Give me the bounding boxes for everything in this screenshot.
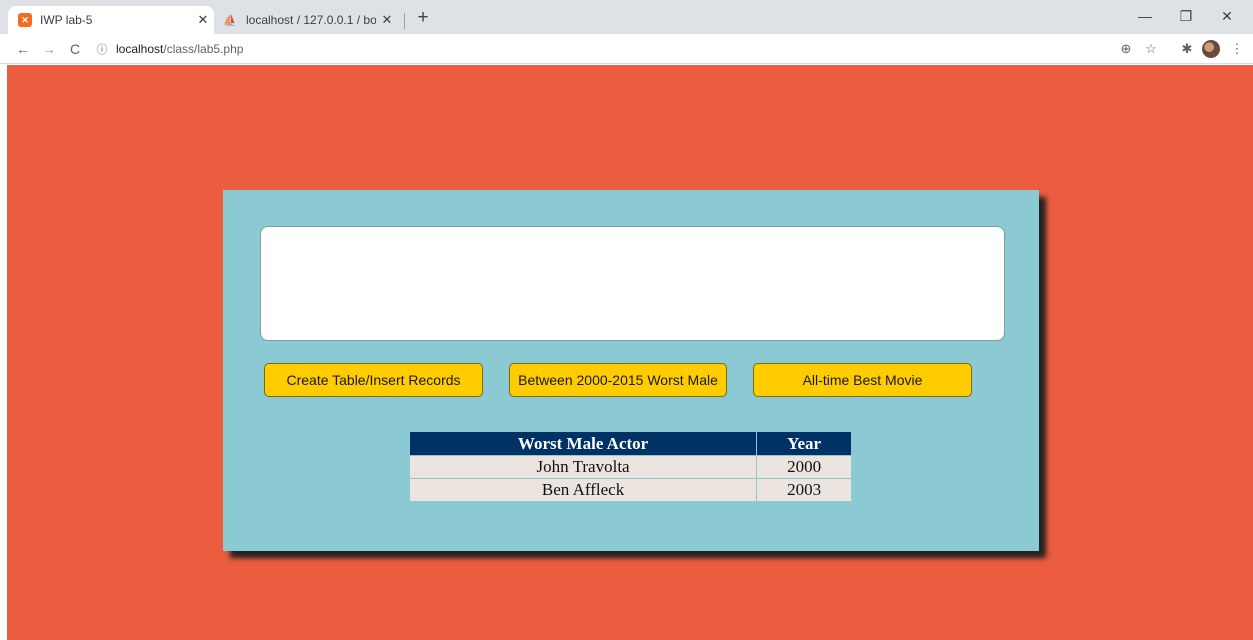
create-table-button[interactable]: Create Table/Insert Records (264, 363, 483, 397)
output-box (260, 226, 1005, 341)
tab-iwp-lab5[interactable]: ✕ IWP lab-5 ✕ (8, 6, 214, 34)
tab-divider (404, 13, 405, 29)
reload-button[interactable]: C (64, 38, 86, 60)
worst-male-button[interactable]: Between 2000-2015 Worst Male (509, 363, 727, 397)
tab-strip: ✕ IWP lab-5 ✕ ⛵ localhost / 127.0.0.1 / … (0, 0, 1253, 34)
zoom-icon[interactable]: ⊕ (1115, 39, 1137, 59)
tab-title: IWP lab-5 (40, 13, 93, 27)
page-viewport: Create Table/Insert Records Between 2000… (7, 65, 1253, 640)
column-header-actor: Worst Male Actor (408, 431, 758, 456)
results-table: Worst Male Actor Year John Travolta 2000… (408, 431, 852, 502)
new-tab-button[interactable]: + (411, 7, 435, 31)
extensions-icon[interactable]: ✱ (1176, 39, 1198, 59)
tab-phpmyadmin[interactable]: ⛵ localhost / 127.0.0.1 / boxoffice / ✕ (214, 6, 398, 34)
xampp-icon: ✕ (18, 13, 32, 27)
minimize-button[interactable]: — (1125, 4, 1165, 28)
actor-cell: Ben Affleck (408, 478, 758, 502)
table-row: Ben Affleck 2003 (408, 478, 852, 502)
address-path: /class/lab5.php (163, 42, 244, 56)
table-row: John Travolta 2000 (408, 455, 852, 479)
phpmyadmin-icon: ⛵ (223, 14, 237, 27)
year-cell: 2003 (756, 478, 852, 502)
bookmark-star-icon[interactable]: ☆ (1140, 39, 1162, 59)
table-header-row: Worst Male Actor Year (408, 431, 852, 456)
column-header-year: Year (756, 431, 852, 456)
address-host: localhost (116, 42, 164, 56)
address-bar[interactable]: ⓘ localhost/class/lab5.php (94, 38, 1104, 60)
maximize-button[interactable]: ❐ (1166, 4, 1206, 28)
back-button[interactable]: ← (12, 38, 34, 60)
close-tab-icon[interactable]: ✕ (376, 12, 398, 28)
year-cell: 2000 (756, 455, 852, 479)
forward-button[interactable]: → (38, 38, 60, 60)
browser-toolbar: ← → C ⓘ localhost/class/lab5.php ⊕ ☆ ✱ ⋮ (0, 34, 1253, 64)
best-movie-button[interactable]: All-time Best Movie (753, 363, 972, 397)
close-tab-icon[interactable]: ✕ (192, 12, 214, 28)
menu-icon[interactable]: ⋮ (1226, 39, 1248, 59)
window-close-button[interactable]: ✕ (1207, 4, 1247, 28)
profile-avatar[interactable] (1202, 40, 1220, 58)
tab-title: localhost / 127.0.0.1 / boxoffice / (246, 13, 376, 27)
actor-cell: John Travolta (408, 455, 758, 479)
site-info-icon[interactable]: ⓘ (94, 41, 110, 57)
content-card: Create Table/Insert Records Between 2000… (223, 190, 1039, 551)
